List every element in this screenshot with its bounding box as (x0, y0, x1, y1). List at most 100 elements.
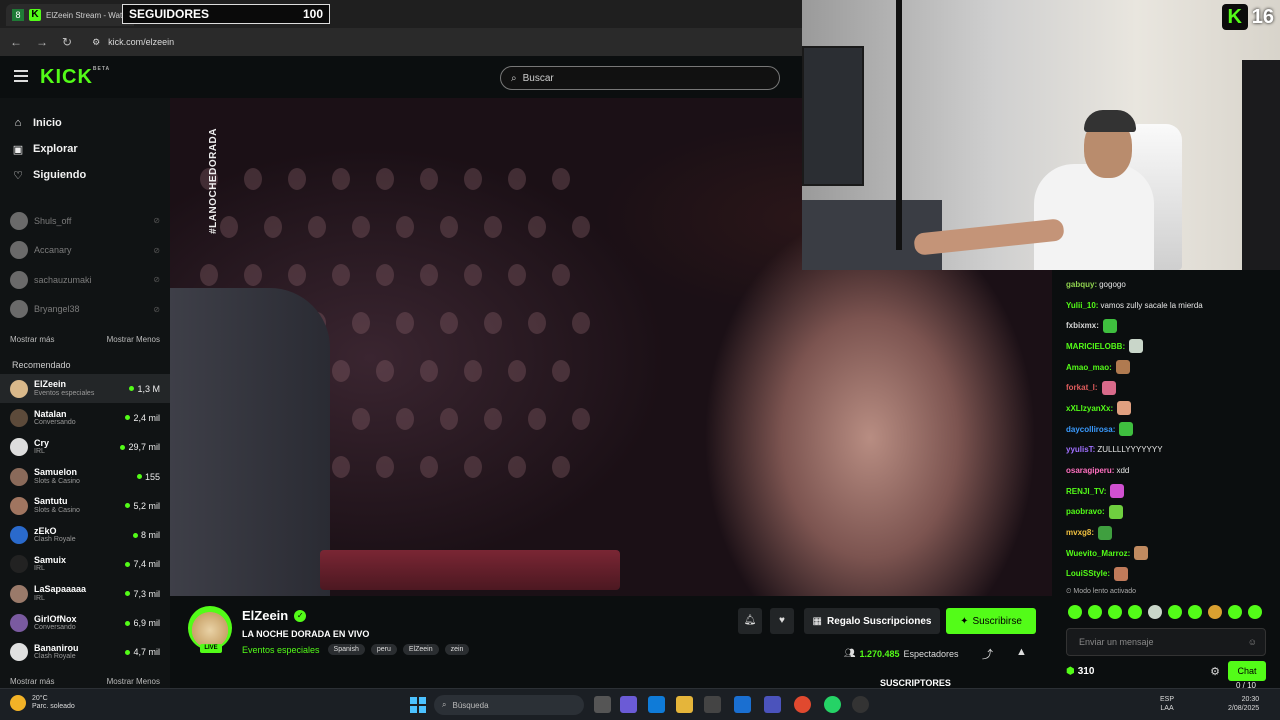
emote-icon[interactable] (1108, 605, 1122, 620)
channel-name[interactable]: ElZeein (242, 608, 288, 623)
notification-bell-button[interactable]: 🔔︎ (738, 608, 762, 634)
stream-tag[interactable]: Spanish (327, 644, 365, 655)
weather-widget[interactable]: 20°C Parc. soleado (10, 695, 75, 712)
channel-points[interactable]: ⬢ 310 (1066, 666, 1094, 677)
chat-username[interactable]: Amao_mao: (1066, 363, 1112, 372)
stream-category[interactable]: Eventos especiales (242, 645, 320, 655)
subscribe-button[interactable]: ✦ Suscribirse (946, 608, 1036, 634)
chat-panel: gabquy: gogogo Yulii_10: vamos zully sacale… (1052, 270, 1280, 688)
store-icon[interactable] (704, 696, 721, 713)
video-crowd-spot (420, 360, 438, 382)
channel-text: Santutu Slots & Casino (34, 496, 119, 514)
recommended-channel[interactable]: Bananirou Clash Royale 4,7 mil (0, 638, 170, 667)
emote-icon[interactable] (1148, 605, 1162, 620)
followed-channel[interactable]: Bryangel38 ⊘ (0, 295, 170, 325)
language-indicator[interactable]: ESP LAA (1160, 695, 1174, 713)
emote-icon[interactable] (1168, 605, 1182, 620)
followed-more-links: Mostrar más Mostrar Menos (0, 330, 170, 348)
recommended-channel[interactable]: Cry IRL 29,7 mil (0, 433, 170, 462)
url-field[interactable]: ⚙ kick.com/elzeein (92, 32, 802, 52)
emote-icon[interactable] (1228, 605, 1242, 620)
stream-tag[interactable]: peru (370, 644, 397, 655)
recommended-channel[interactable]: Natalan Conversando 2,4 mil (0, 403, 170, 432)
avatar (10, 379, 28, 398)
copilot-icon[interactable] (620, 696, 637, 713)
back-arrow-icon[interactable]: ← (10, 35, 22, 49)
recommended-channel[interactable]: Santutu Slots & Casino 5,2 mil (0, 491, 170, 520)
chat-username[interactable]: yyulisT: (1066, 445, 1095, 454)
video-crowd-spot (464, 168, 482, 190)
windows-start-icon[interactable] (410, 697, 426, 713)
clock-time: 20:30 (1241, 696, 1260, 703)
follow-heart-button[interactable]: ♥ (770, 608, 794, 634)
chat-username[interactable]: fxbixmx: (1066, 321, 1099, 330)
system-clock[interactable]: 20:30 2/08/2025 (1228, 695, 1259, 713)
chat-username[interactable]: forkat_l: (1066, 383, 1098, 392)
followed-channel[interactable]: sachauzumaki ⊘ (0, 265, 170, 295)
chat-message: yyulisT: ZULLLLYYYYYYY (1066, 440, 1280, 461)
live-badge: LIVE (200, 644, 222, 653)
followed-channel[interactable]: Accanary ⊘ (0, 236, 170, 266)
file-explorer-icon[interactable] (676, 696, 693, 713)
chat-send-button[interactable]: Chat (1228, 661, 1266, 681)
chat-username[interactable]: MARICIELOBB: (1066, 342, 1125, 351)
chat-username[interactable]: osaragiperu: (1066, 466, 1114, 475)
recommended-channel[interactable]: Samuelon Slots & Casino 155 (0, 462, 170, 491)
emote-icon[interactable] (1128, 605, 1142, 620)
show-more-link[interactable]: Mostrar más (10, 677, 54, 686)
task-view-icon[interactable] (594, 696, 611, 713)
edge-icon[interactable] (648, 696, 665, 713)
recommended-channel[interactable]: GirlOfNox Conversando 6,9 mil (0, 608, 170, 637)
emote-icon[interactable] (1208, 605, 1222, 620)
search-input[interactable]: ⌕ Buscar (500, 66, 780, 90)
outlook-icon[interactable] (734, 696, 751, 713)
channel-category: IRL (34, 594, 45, 602)
chat-username[interactable]: LouiSStyle: (1066, 569, 1110, 578)
reload-icon[interactable]: ↻ (62, 35, 72, 49)
chat-input[interactable]: Enviar un mensaje ☺ (1066, 628, 1266, 657)
report-icon[interactable]: ▲ (1016, 646, 1027, 658)
emote-icon[interactable] (1088, 605, 1102, 620)
share-icon[interactable]: ⤴ (982, 646, 993, 662)
chat-username[interactable]: mvxg8: (1066, 528, 1094, 537)
chat-settings-icon[interactable]: ⚙ (1210, 665, 1220, 678)
stream-tag[interactable]: zein (444, 644, 470, 655)
sidebar-item-following[interactable]: ♡ Siguiendo (0, 162, 170, 188)
chat-username[interactable]: gabquy: (1066, 280, 1097, 289)
emote-icon[interactable] (1248, 605, 1262, 620)
gift-subs-button[interactable]: ▦ Regalo Suscripciones (804, 608, 940, 634)
webcam-streamer-body (1034, 164, 1154, 270)
chat-username[interactable]: Wuevito_Marroz: (1066, 549, 1130, 558)
chat-username[interactable]: daycollirosa: (1066, 425, 1115, 434)
followed-channel[interactable]: Shuls_off ⊘ (0, 206, 170, 236)
viewers-value: 2,4 mil (133, 412, 160, 423)
chat-text: vamos zully sacale la mierda (1100, 300, 1203, 310)
emote-icon[interactable] (1188, 605, 1202, 620)
recommended-channel[interactable]: zEkO Clash Royale 8 mil (0, 520, 170, 549)
browser-tab[interactable]: 8 K ElZeein Stream - Watch (6, 4, 134, 26)
recommended-channel[interactable]: ElZeein Eventos especiales 1,3 M (0, 374, 170, 404)
site-settings-icon[interactable]: ⚙ (92, 37, 100, 48)
kick-logo[interactable]: KICKBETA (40, 66, 110, 89)
chat-username[interactable]: RENJI_TV: (1066, 487, 1106, 496)
forward-arrow-icon[interactable]: → (36, 35, 48, 49)
chat-username[interactable]: paobravo: (1066, 507, 1105, 516)
show-more-link[interactable]: Mostrar más (10, 335, 54, 344)
recommended-channel[interactable]: LaSapaaaaa IRL 7,3 mil (0, 579, 170, 608)
chat-username[interactable]: xXLlzyanXx: (1066, 404, 1113, 413)
obs-icon[interactable] (852, 696, 869, 713)
show-less-link[interactable]: Mostrar Menos (107, 677, 160, 686)
show-less-link[interactable]: Mostrar Menos (107, 335, 160, 344)
whatsapp-icon[interactable] (824, 696, 841, 713)
emoji-icon[interactable]: ☺ (1248, 637, 1257, 647)
chat-username[interactable]: Yulii_10: (1066, 301, 1098, 310)
stream-tag[interactable]: ElZeein (402, 644, 439, 655)
chrome-icon[interactable] (794, 696, 811, 713)
teams-icon[interactable] (764, 696, 781, 713)
emote-icon[interactable] (1068, 605, 1082, 620)
sidebar-item-home[interactable]: ⌂ Inicio (0, 110, 170, 136)
sidebar-item-explore[interactable]: ▣ Explorar (0, 136, 170, 162)
taskbar-search[interactable]: ⌕ Búsqueda (434, 695, 584, 715)
recommended-channel[interactable]: Samuix IRL 7,4 mil (0, 550, 170, 579)
menu-icon[interactable] (14, 70, 28, 82)
